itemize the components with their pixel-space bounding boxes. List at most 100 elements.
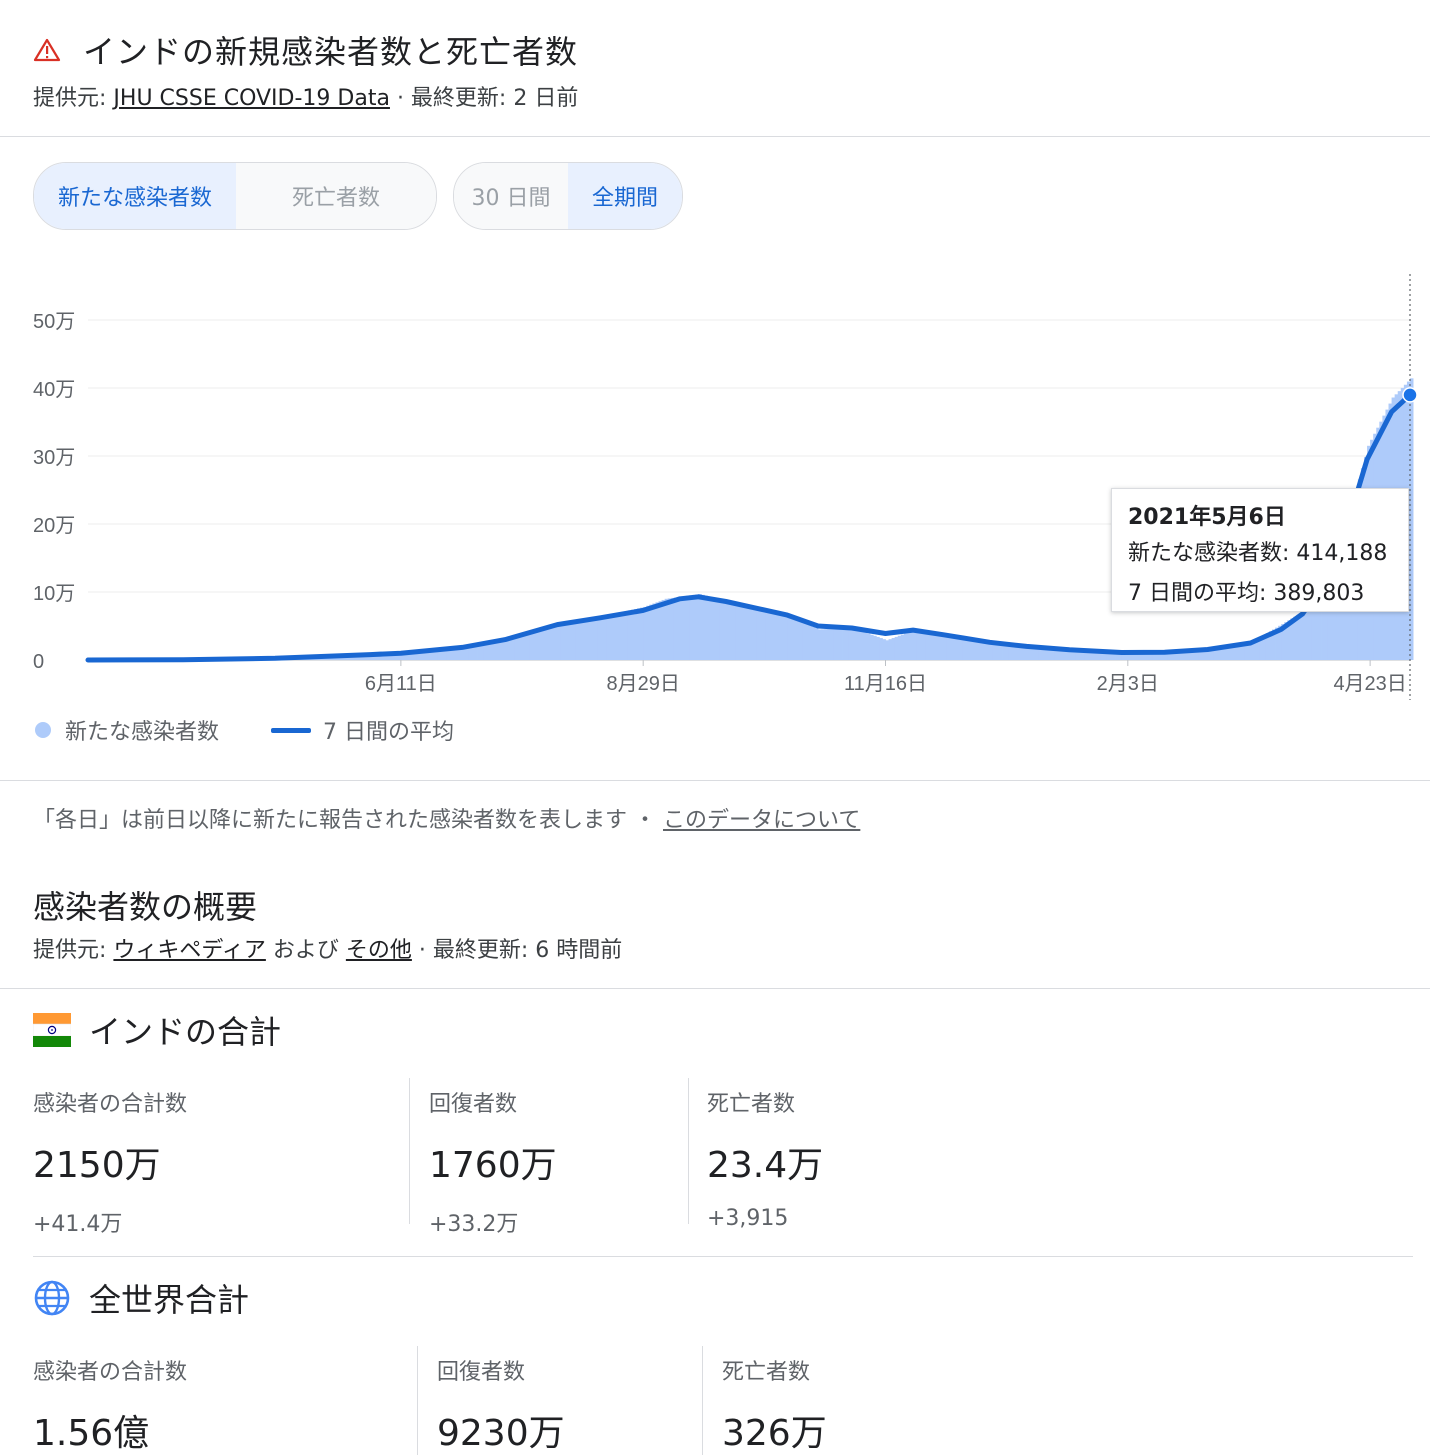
daily-cases-bar <box>873 636 876 660</box>
daily-cases-bar <box>588 618 591 660</box>
daily-cases-bar <box>892 638 895 660</box>
legend-average: 7 日間の平均 <box>271 712 454 748</box>
chart-tooltip: 2021年5月6日 新たな感染者数: 414,188 7 日間の平均: 389,… <box>1111 488 1409 612</box>
daily-cases-bar <box>772 613 775 660</box>
note-text: 「各日」は前日以降に新たに報告された感染者数を表します ・ <box>33 808 663 833</box>
india-deaths: 死亡者数 23.4万 +3,915 <box>707 1086 823 1231</box>
daily-cases-bar <box>947 636 950 660</box>
daily-cases-bar <box>711 597 714 660</box>
stat-delta: +33.2万 <box>429 1206 557 1238</box>
daily-cases-bar <box>646 606 649 660</box>
daily-cases-bar <box>1300 613 1303 660</box>
daily-cases-bar <box>1008 645 1011 660</box>
daily-cases-bar <box>695 594 698 660</box>
wikipedia-link[interactable]: ウィキペディア <box>113 938 265 963</box>
daily-cases-bar <box>996 644 999 660</box>
daily-cases-bar <box>935 634 938 660</box>
tooltip-average: 7 日間の平均: 389,803 <box>1128 575 1364 607</box>
about-data-link[interactable]: このデータについて <box>663 808 860 833</box>
daily-cases-bar <box>852 628 855 660</box>
daily-cases-bar <box>631 610 634 660</box>
stat-label: 死亡者数 <box>707 1086 823 1118</box>
daily-cases-bar <box>576 620 579 660</box>
daily-cases-bar <box>754 609 757 660</box>
daily-cases-bar <box>643 607 646 660</box>
daily-cases-bar <box>974 641 977 660</box>
daily-cases-bar <box>591 618 594 660</box>
overview-source-mid: および <box>266 938 346 963</box>
daily-cases-bar <box>622 612 625 660</box>
legend-new-cases: 新たな感染者数 <box>35 712 219 748</box>
daily-cases-bar <box>606 615 609 660</box>
daily-cases-bar <box>919 631 922 660</box>
daily-cases-bar <box>600 616 603 660</box>
daily-cases-bar <box>554 624 557 660</box>
daily-cases-bar <box>830 629 833 660</box>
daily-cases-bar <box>836 629 839 660</box>
overview-title: 感染者数の概要 <box>33 882 257 928</box>
daily-cases-bar <box>889 639 892 660</box>
daily-cases-bar <box>582 619 585 660</box>
updated-text: · 最終更新: 2 日前 <box>390 86 578 111</box>
y-tick-label: 50万 <box>33 311 75 333</box>
daily-cases-bar <box>760 610 763 660</box>
daily-cases-bar <box>965 639 968 660</box>
daily-cases-bar <box>757 610 760 660</box>
toggle-new-cases[interactable]: 新たな感染者数 <box>34 163 236 229</box>
daily-cases-bar <box>950 637 953 660</box>
daily-cases-bar <box>778 614 781 660</box>
daily-cases-bar <box>879 638 882 660</box>
daily-cases-bar <box>744 606 747 660</box>
daily-cases-bar <box>990 644 993 660</box>
daily-cases-bar <box>649 605 652 660</box>
daily-cases-bar <box>573 621 576 660</box>
daily-cases-bar <box>904 633 907 660</box>
daily-cases-bar <box>769 612 772 660</box>
divider <box>0 136 1430 137</box>
daily-cases-bar <box>928 633 931 660</box>
daily-cases-bar <box>747 607 750 660</box>
source-link[interactable]: JHU CSSE COVID-19 Data <box>113 86 390 111</box>
column-divider <box>409 1078 410 1224</box>
daily-cases-bar <box>913 630 916 660</box>
daily-cases-bar <box>766 612 769 660</box>
daily-cases-bar <box>723 601 726 660</box>
tooltip-date: 2021年5月6日 <box>1128 499 1286 531</box>
daily-cases-bar <box>530 631 533 660</box>
toggle-all-time[interactable]: 全期間 <box>568 163 682 229</box>
stat-label: 感染者の合計数 <box>33 1354 187 1386</box>
daily-cases-bar <box>551 625 554 660</box>
toggle-deaths[interactable]: 死亡者数 <box>236 163 436 229</box>
stat-value: 9230万 <box>437 1404 565 1456</box>
daily-cases-bar <box>701 595 704 660</box>
cases-chart[interactable]: 010万20万30万40万50万6月11日8月29日11月16日2月3日4月23… <box>0 260 1430 700</box>
others-link[interactable]: その他 <box>346 938 412 963</box>
daily-cases-bar <box>637 608 640 660</box>
legend-line-swatch <box>271 728 311 733</box>
daily-cases-bar <box>775 614 778 660</box>
stat-label: 回復者数 <box>429 1086 557 1118</box>
data-note: 「各日」は前日以降に新たに報告された感染者数を表します ・ このデータについて <box>33 802 860 834</box>
daily-cases-bar <box>539 629 542 660</box>
daily-cases-bar <box>662 600 665 660</box>
india-flag-icon <box>33 1011 71 1049</box>
daily-cases-bar <box>971 640 974 660</box>
daily-cases-bar <box>959 638 962 660</box>
legend-line-label: 7 日間の平均 <box>323 714 454 746</box>
toggle-30-days[interactable]: 30 日間 <box>454 163 568 229</box>
daily-cases-bar <box>827 629 830 660</box>
stat-value: 1760万 <box>429 1136 557 1188</box>
daily-cases-bar <box>738 605 741 660</box>
daily-cases-bar <box>898 636 901 660</box>
range-toggle: 30 日間 全期間 <box>453 162 683 230</box>
stat-value: 23.4万 <box>707 1136 823 1188</box>
divider <box>0 988 1430 989</box>
daily-cases-bar <box>809 626 812 660</box>
metric-toggle: 新たな感染者数 死亡者数 <box>33 162 437 230</box>
daily-cases-bar <box>655 602 658 660</box>
daily-cases-bar <box>907 632 910 660</box>
daily-cases-bar <box>882 639 885 660</box>
daily-cases-bar <box>536 629 539 660</box>
india-total-cases: 感染者の合計数 2150万 +41.4万 <box>33 1086 187 1238</box>
daily-cases-bar <box>524 633 527 660</box>
